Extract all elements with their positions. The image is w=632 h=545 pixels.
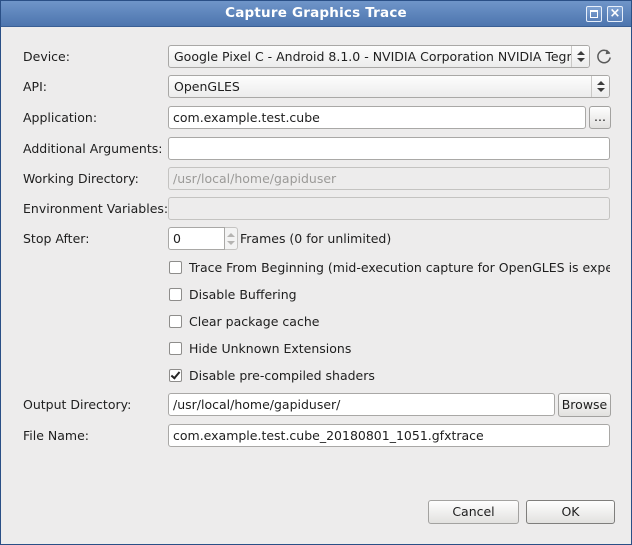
clear-package-cache-checkbox[interactable] <box>169 315 182 328</box>
disable-buffering-label: Disable Buffering <box>189 287 297 302</box>
output-directory-label: Output Directory: <box>23 397 132 412</box>
chevron-updown-icon <box>591 76 609 97</box>
api-label: API: <box>23 79 47 94</box>
close-icon: × <box>609 6 621 21</box>
api-select[interactable]: OpenGLES <box>168 75 610 98</box>
device-select[interactable]: Google Pixel C - Android 8.1.0 - NVIDIA … <box>168 45 590 68</box>
stop-after-input[interactable]: 0 <box>168 227 225 250</box>
dialog-title: Capture Graphics Trace <box>225 5 407 21</box>
clear-package-cache-label: Clear package cache <box>189 314 320 329</box>
device-select-value: Google Pixel C - Android 8.1.0 - NVIDIA … <box>174 49 590 64</box>
maximize-icon <box>590 10 598 18</box>
application-browse-button[interactable]: ... <box>589 106 611 129</box>
device-label: Device: <box>23 49 70 64</box>
hide-unknown-extensions-label: Hide Unknown Extensions <box>189 341 352 356</box>
stop-after-label: Stop After: <box>23 231 90 246</box>
working-directory-label: Working Directory: <box>23 171 139 186</box>
ok-button[interactable]: OK <box>526 500 615 524</box>
chevron-updown-icon <box>571 46 589 67</box>
disable-buffering-option[interactable]: Disable Buffering <box>169 287 369 303</box>
hide-unknown-extensions-checkbox[interactable] <box>169 342 182 355</box>
disable-buffering-checkbox[interactable] <box>169 288 182 301</box>
output-directory-input[interactable]: /usr/local/home/gapiduser/ <box>168 393 555 416</box>
refresh-icon[interactable] <box>594 46 614 66</box>
output-directory-browse-button[interactable]: Browse <box>558 393 611 417</box>
additional-arguments-label: Additional Arguments: <box>23 141 163 156</box>
trace-from-beginning-option[interactable]: Trace From Beginning (mid-execution capt… <box>169 260 610 276</box>
capture-dialog: Capture Graphics Trace × Device: Google … <box>0 0 632 545</box>
file-name-label: File Name: <box>23 428 89 443</box>
disable-precompiled-shaders-label: Disable pre-compiled shaders <box>189 368 375 383</box>
environment-variables-label: Environment Variables: <box>23 201 169 216</box>
additional-arguments-input[interactable] <box>168 137 610 160</box>
disable-precompiled-shaders-option[interactable]: Disable pre-compiled shaders <box>169 368 409 384</box>
hide-unknown-extensions-option[interactable]: Hide Unknown Extensions <box>169 341 389 357</box>
file-name-input[interactable]: com.example.test.cube_20180801_1051.gfxt… <box>168 424 610 447</box>
disable-precompiled-shaders-checkbox[interactable] <box>169 369 182 382</box>
checkmark-icon <box>170 369 181 380</box>
title-bar[interactable]: Capture Graphics Trace × <box>1 1 631 27</box>
trace-from-beginning-label: Trace From Beginning (mid-execution capt… <box>189 260 610 275</box>
application-input[interactable]: com.example.test.cube <box>168 106 586 129</box>
api-select-value: OpenGLES <box>174 79 240 94</box>
trace-from-beginning-checkbox[interactable] <box>169 261 182 274</box>
cancel-button[interactable]: Cancel <box>428 500 519 524</box>
stop-after-stepper[interactable] <box>225 227 238 250</box>
working-directory-input: /usr/local/home/gapiduser <box>168 167 610 190</box>
environment-variables-input <box>168 197 610 220</box>
frames-label: Frames (0 for unlimited) <box>240 231 392 246</box>
close-button[interactable]: × <box>607 6 623 22</box>
maximize-button[interactable] <box>586 6 602 22</box>
application-label: Application: <box>23 110 98 125</box>
clear-package-cache-option[interactable]: Clear package cache <box>169 314 369 330</box>
